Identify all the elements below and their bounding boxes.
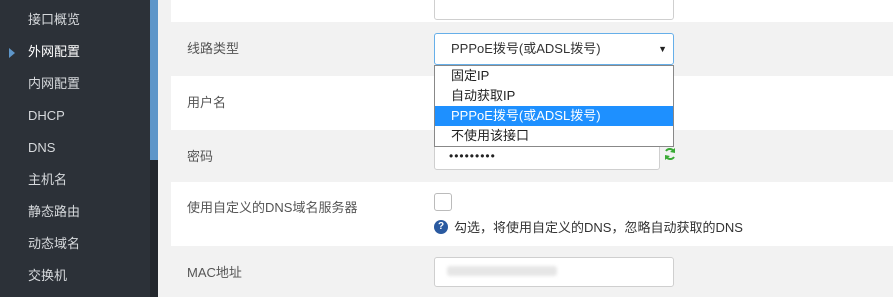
sidebar-item-lan-config[interactable]: 内网配置 <box>0 68 150 100</box>
password-label: 密码 <box>187 149 214 164</box>
option-pppoe[interactable]: PPPoE拨号(或ADSL拨号) <box>435 106 673 126</box>
sidebar-item-label: 交换机 <box>28 268 68 283</box>
line-type-select[interactable]: PPPoE拨号(或ADSL拨号) ▼ <box>434 33 674 65</box>
form-row-mac: MAC地址 <box>171 246 893 297</box>
sidebar-item-label: DHCP <box>28 108 65 123</box>
main-content: 线路类型 PPPoE拨号(或ADSL拨号) ▼ 用户名 密码 •••••••••… <box>171 0 893 297</box>
option-static-ip[interactable]: 固定IP <box>435 66 673 86</box>
sidebar-item-wan-config[interactable]: 外网配置 <box>0 36 150 68</box>
sidebar-item-switch[interactable]: 交换机 <box>0 260 150 292</box>
line-type-dropdown: 固定IP 自动获取IP PPPoE拨号(或ADSL拨号) 不使用该接口 <box>434 65 674 147</box>
active-marker-icon <box>9 48 15 58</box>
custom-dns-label: 使用自定义的DNS域名服务器 <box>187 200 358 215</box>
option-disable[interactable]: 不使用该接口 <box>435 126 673 146</box>
sidebar-scrollbar-thumb[interactable] <box>150 0 158 160</box>
sidebar-item-dhcp[interactable]: DHCP <box>0 100 150 132</box>
chevron-down-icon: ▼ <box>658 44 667 54</box>
sidebar-item-label: 动态域名 <box>28 236 81 251</box>
sidebar-item-ddns[interactable]: 动态域名 <box>0 228 150 260</box>
form-row-previous <box>171 0 893 22</box>
sidebar-item-dns[interactable]: DNS <box>0 132 150 164</box>
sidebar-item-label: 主机名 <box>28 172 68 187</box>
username-label: 用户名 <box>187 95 227 110</box>
mac-label: MAC地址 <box>187 265 242 280</box>
sidebar-item-label: 静态路由 <box>28 204 81 219</box>
line-type-value: PPPoE拨号(或ADSL拨号) <box>451 41 601 56</box>
sidebar-item-label: DNS <box>28 140 56 155</box>
sidebar-item-static-route[interactable]: 静态路由 <box>0 196 150 228</box>
previous-field[interactable] <box>434 0 674 20</box>
line-type-label: 线路类型 <box>187 41 240 56</box>
custom-dns-checkbox[interactable] <box>434 193 452 211</box>
password-input[interactable]: ••••••••• <box>434 143 660 170</box>
sidebar-item-label: 外网配置 <box>28 44 81 59</box>
sidebar-item-hostname[interactable]: 主机名 <box>0 164 150 196</box>
sidebar-item-interface-overview[interactable]: 接口概览 <box>0 4 150 36</box>
mac-input[interactable] <box>434 257 674 287</box>
sidebar: 接口概览 外网配置 内网配置 DHCP DNS 主机名 静态路由 动态域名 交换… <box>0 0 158 297</box>
refresh-icon[interactable] <box>664 147 676 161</box>
custom-dns-hint: ? 勾选，将使用自定义的DNS，忽略自动获取的DNS <box>434 217 743 236</box>
custom-dns-hint-text: 勾选，将使用自定义的DNS，忽略自动获取的DNS <box>454 220 743 235</box>
sidebar-item-label: 接口概览 <box>28 12 81 27</box>
form-row-custom-dns: 使用自定义的DNS域名服务器 <box>171 182 893 246</box>
sidebar-item-label: 内网配置 <box>28 76 81 91</box>
option-dhcp[interactable]: 自动获取IP <box>435 86 673 106</box>
help-icon: ? <box>434 219 448 234</box>
redacted-value <box>447 266 557 276</box>
